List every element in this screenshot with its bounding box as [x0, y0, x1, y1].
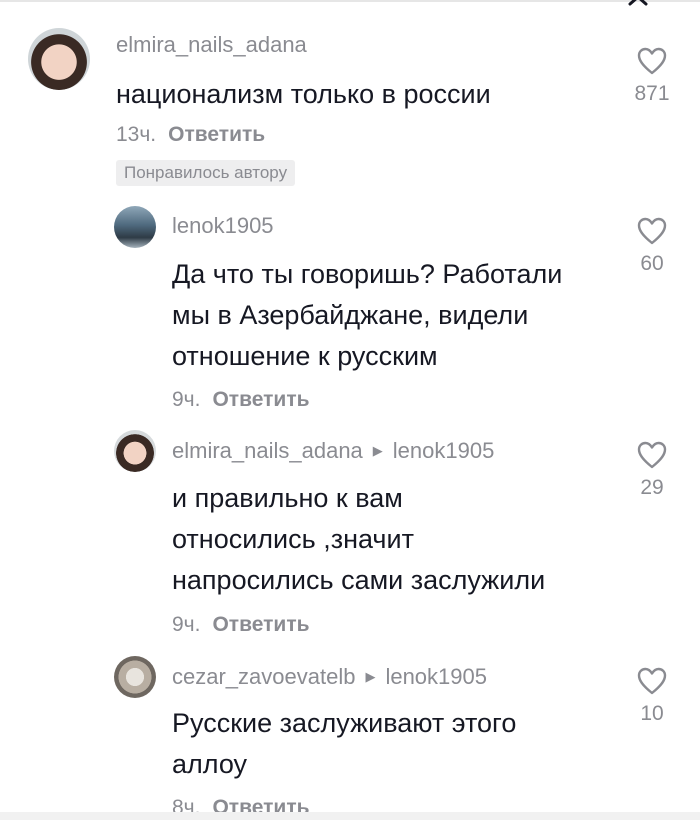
comment-text: Русские заслуживают этого аллоу — [172, 703, 516, 785]
reply-arrow-icon: ▶ — [365, 669, 376, 684]
comment-username[interactable]: lenok1905 — [172, 213, 274, 239]
comment-line: напросились сами заслужили — [172, 565, 546, 595]
reply-to-username[interactable]: lenok1905 — [385, 664, 487, 690]
comment-time: 9ч. — [172, 388, 201, 411]
like-count: 10 — [640, 702, 664, 725]
bottom-bar — [0, 812, 700, 820]
like-count: 60 — [640, 252, 664, 275]
comment-line: аллоу — [172, 749, 248, 779]
comment-line: и правильно к вам — [172, 483, 403, 513]
heart-icon[interactable] — [636, 440, 668, 470]
comment-line: отношение к русским — [172, 341, 438, 371]
avatar[interactable] — [114, 656, 156, 698]
like-count: 871 — [634, 82, 670, 105]
username-text[interactable]: cezar_zavoevatelb — [172, 664, 355, 690]
comment-meta: 9ч. Ответить — [172, 388, 310, 412]
reply-button[interactable]: Ответить — [212, 613, 309, 636]
like-count: 29 — [640, 476, 664, 499]
comment-meta: 9ч. Ответить — [172, 613, 310, 637]
comment-time: 9ч. — [172, 613, 201, 636]
avatar[interactable] — [114, 430, 156, 472]
comment-username[interactable]: elmira_nails_adana — [116, 32, 307, 58]
username-text[interactable]: elmira_nails_adana — [172, 438, 363, 464]
comment-username[interactable]: cezar_zavoevatelb ▶ lenok1905 — [172, 664, 487, 690]
username-text[interactable]: elmira_nails_adana — [116, 32, 307, 58]
heart-icon[interactable] — [636, 666, 668, 696]
comment-line: Да что ты говоришь? Работали — [172, 259, 563, 289]
liked-by-author-badge: Понравилось автору — [116, 160, 296, 186]
comment-line: мы в Азербайджане, видели — [172, 300, 529, 330]
reply-arrow-icon: ▶ — [372, 443, 383, 458]
heart-icon[interactable] — [636, 216, 668, 246]
avatar[interactable] — [28, 28, 90, 90]
comment-text: национализм только в россии — [116, 74, 491, 115]
top-divider — [0, 0, 700, 2]
comment-line: национализм только в россии — [116, 79, 491, 109]
comment-line: относились ,значит — [172, 524, 414, 554]
reply-to-username[interactable]: lenok1905 — [393, 438, 495, 464]
avatar[interactable] — [114, 206, 156, 248]
comment-line: Русские заслуживают этого — [172, 708, 517, 738]
close-icon[interactable] — [624, 0, 654, 14]
comment-text: Да что ты говоришь? Работали мы в Азерба… — [172, 254, 562, 377]
username-text[interactable]: lenok1905 — [172, 213, 274, 239]
comment-time: 13ч. — [116, 123, 157, 146]
reply-button[interactable]: Ответить — [212, 388, 309, 411]
heart-icon[interactable] — [636, 46, 668, 76]
comment-username[interactable]: elmira_nails_adana ▶ lenok1905 — [172, 438, 494, 464]
reply-button[interactable]: Ответить — [168, 123, 265, 146]
comment-text: и правильно к вам относились ,значит нап… — [172, 478, 545, 601]
comment-meta: 13ч. Ответить — [116, 123, 265, 147]
